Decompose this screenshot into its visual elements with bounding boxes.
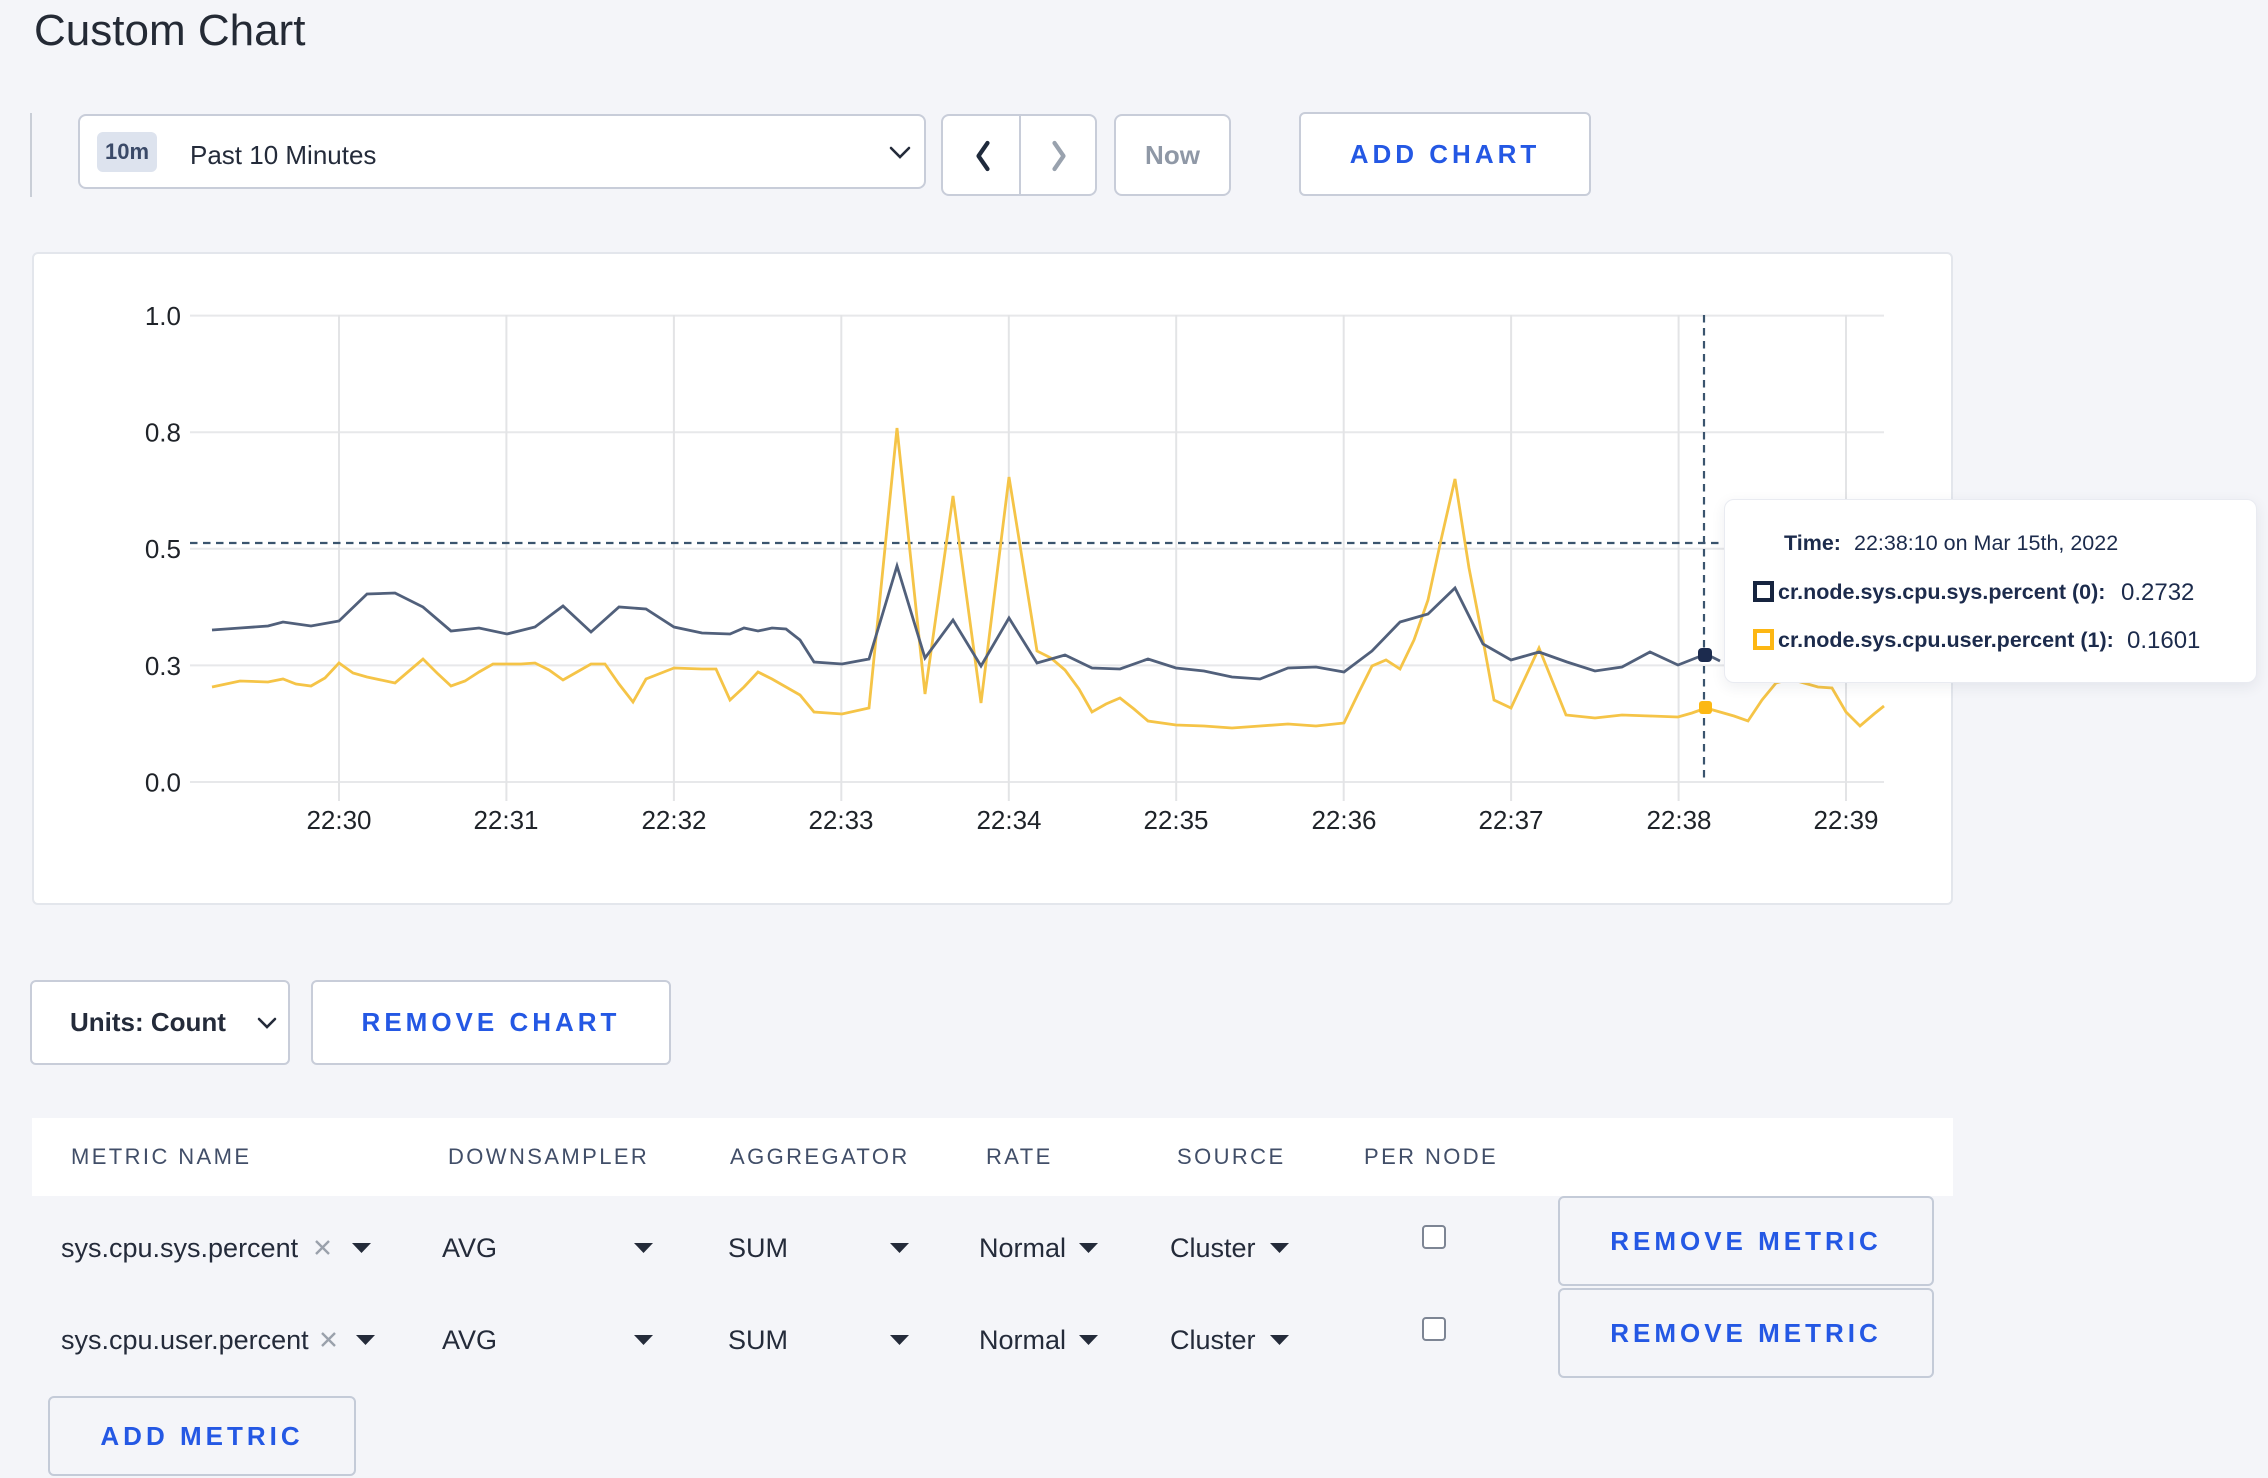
svg-text:22:30: 22:30 bbox=[306, 805, 371, 835]
svg-text:22:39: 22:39 bbox=[1813, 805, 1878, 835]
svg-text:0.8: 0.8 bbox=[145, 418, 181, 448]
svg-text:22:36: 22:36 bbox=[1311, 805, 1376, 835]
svg-text:0.3: 0.3 bbox=[145, 651, 181, 681]
svg-text:22:37: 22:37 bbox=[1478, 805, 1543, 835]
svg-text:22:32: 22:32 bbox=[641, 805, 706, 835]
svg-text:22:31: 22:31 bbox=[473, 805, 538, 835]
svg-text:22:34: 22:34 bbox=[976, 805, 1041, 835]
svg-text:0.0: 0.0 bbox=[145, 767, 181, 797]
svg-text:22:33: 22:33 bbox=[808, 805, 873, 835]
svg-text:22:38: 22:38 bbox=[1646, 805, 1711, 835]
svg-text:0.5: 0.5 bbox=[145, 534, 181, 564]
svg-text:1.0: 1.0 bbox=[145, 301, 181, 331]
svg-text:22:35: 22:35 bbox=[1143, 805, 1208, 835]
